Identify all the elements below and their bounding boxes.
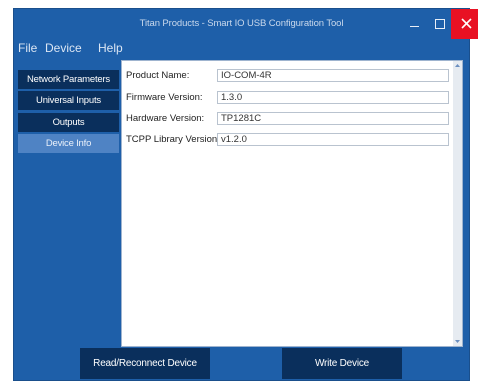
sidebar-item-device-info[interactable]: Device Info <box>18 134 119 153</box>
hardware-version-label: Hardware Version: <box>126 113 205 124</box>
sidebar-item-network-parameters[interactable]: Network Parameters <box>18 70 119 89</box>
device-info-panel: Product Name: IO-COM-4R Firmware Version… <box>121 60 463 347</box>
tcpp-library-version-field[interactable]: v1.2.0 <box>217 133 449 146</box>
firmware-version-field[interactable]: 1.3.0 <box>217 91 449 104</box>
vertical-scrollbar[interactable] <box>453 61 462 346</box>
sidebar-item-outputs[interactable]: Outputs <box>18 113 119 132</box>
title-bar[interactable]: Titan Products - Smart IO USB Configurat… <box>14 9 478 39</box>
maximize-icon <box>435 19 445 29</box>
product-name-field[interactable]: IO-COM-4R <box>217 69 449 82</box>
firmware-version-label: Firmware Version: <box>126 92 203 103</box>
menu-help[interactable]: Help <box>98 41 123 55</box>
menu-device[interactable]: Device <box>45 41 82 55</box>
arrow-down-icon <box>455 340 460 343</box>
sidebar-item-universal-inputs[interactable]: Universal Inputs <box>18 91 119 110</box>
tcpp-library-version-label: TCPP Library Version: <box>126 134 220 145</box>
product-name-label: Product Name: <box>126 70 190 81</box>
app-window: Titan Products - Smart IO USB Configurat… <box>13 8 478 381</box>
arrow-up-icon <box>455 64 460 67</box>
scroll-up-button[interactable] <box>453 61 462 70</box>
write-device-button[interactable]: Write Device <box>282 348 402 379</box>
hardware-version-field[interactable]: TP1281C <box>217 112 449 125</box>
read-reconnect-device-button[interactable]: Read/Reconnect Device <box>80 348 210 379</box>
sidebar: Network Parameters Universal Inputs Outp… <box>14 59 121 349</box>
close-icon <box>461 18 472 29</box>
scroll-down-button[interactable] <box>453 337 462 346</box>
close-button[interactable] <box>451 9 478 39</box>
menu-file[interactable]: File <box>18 41 37 55</box>
minimize-icon <box>410 26 419 27</box>
menu-bar: File Device Help <box>14 39 469 59</box>
